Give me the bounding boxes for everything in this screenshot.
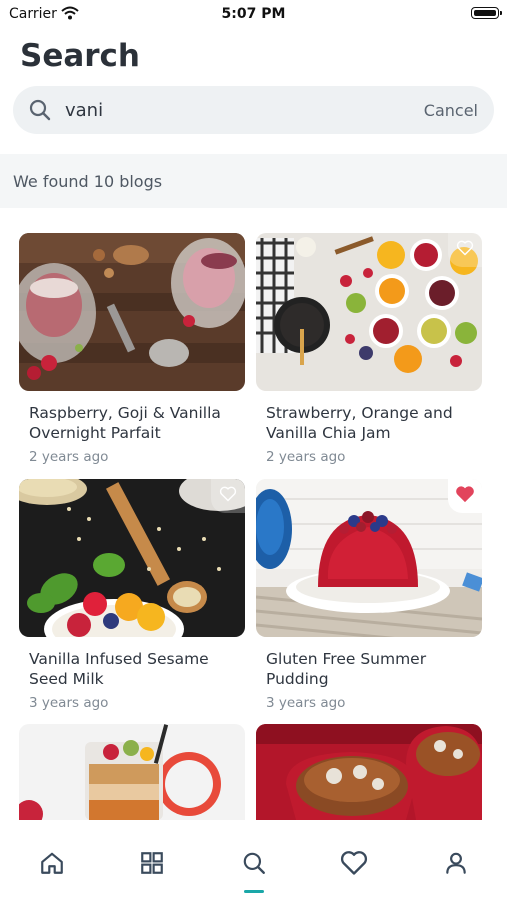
- home-icon: [39, 850, 65, 890]
- active-tab-indicator: [244, 890, 264, 893]
- blog-title: Raspberry, Goji & Vanilla Overnight Parf…: [29, 404, 221, 442]
- battery-icon: [471, 7, 502, 19]
- tab-profile[interactable]: [436, 850, 476, 890]
- tab-home[interactable]: [32, 850, 72, 890]
- results-summary-banner: We found 10 blogs: [0, 154, 507, 208]
- favorite-button[interactable]: [211, 479, 245, 513]
- blog-age: 3 years ago: [266, 695, 346, 711]
- blog-thumbnail: [256, 724, 482, 820]
- page-title: Search: [20, 38, 141, 74]
- blog-thumbnail: [19, 233, 245, 391]
- user-icon: [443, 850, 469, 890]
- search-input[interactable]: [65, 96, 385, 124]
- heart-outline-icon: [219, 486, 237, 506]
- blog-thumbnail: [19, 724, 245, 820]
- blog-title: Strawberry, Orange and Vanilla Chia Jam: [266, 404, 453, 442]
- blog-card[interactable]: Strawberry, Orange and Vanilla Chia Jam …: [256, 233, 482, 473]
- blog-card[interactable]: [19, 724, 245, 820]
- blog-card[interactable]: Raspberry, Goji & Vanilla Overnight Parf…: [19, 233, 245, 473]
- status-time: 5:07 PM: [221, 6, 286, 22]
- search-bar[interactable]: Cancel: [13, 86, 494, 134]
- favorite-button[interactable]: [448, 233, 482, 267]
- blog-age: 2 years ago: [29, 449, 109, 465]
- blog-card[interactable]: Gluten Free Summer Pudding 3 years ago: [256, 479, 482, 719]
- blog-title: Vanilla Infused Sesame Seed Milk: [29, 650, 209, 688]
- blog-age: 2 years ago: [266, 449, 346, 465]
- blog-card[interactable]: [256, 724, 482, 820]
- search-icon: [28, 98, 52, 126]
- heart-icon: [340, 850, 368, 890]
- status-bar: Carrier 5:07 PM: [0, 0, 507, 28]
- tab-search[interactable]: [234, 850, 274, 890]
- tab-favorites[interactable]: [334, 850, 374, 890]
- blog-title: Gluten Free Summer Pudding: [266, 650, 427, 688]
- heart-outline-icon: [456, 240, 474, 260]
- results-summary: We found 10 blogs: [13, 172, 163, 191]
- search-icon: [241, 850, 267, 890]
- tab-categories[interactable]: [132, 850, 172, 890]
- blog-age: 3 years ago: [29, 695, 109, 711]
- cancel-button[interactable]: Cancel: [424, 101, 478, 120]
- favorite-button[interactable]: [448, 479, 482, 513]
- tab-bar: [0, 820, 507, 900]
- blog-card[interactable]: Vanilla Infused Sesame Seed Milk 3 years…: [19, 479, 245, 719]
- grid-icon: [139, 850, 165, 890]
- heart-filled-icon: [455, 485, 475, 507]
